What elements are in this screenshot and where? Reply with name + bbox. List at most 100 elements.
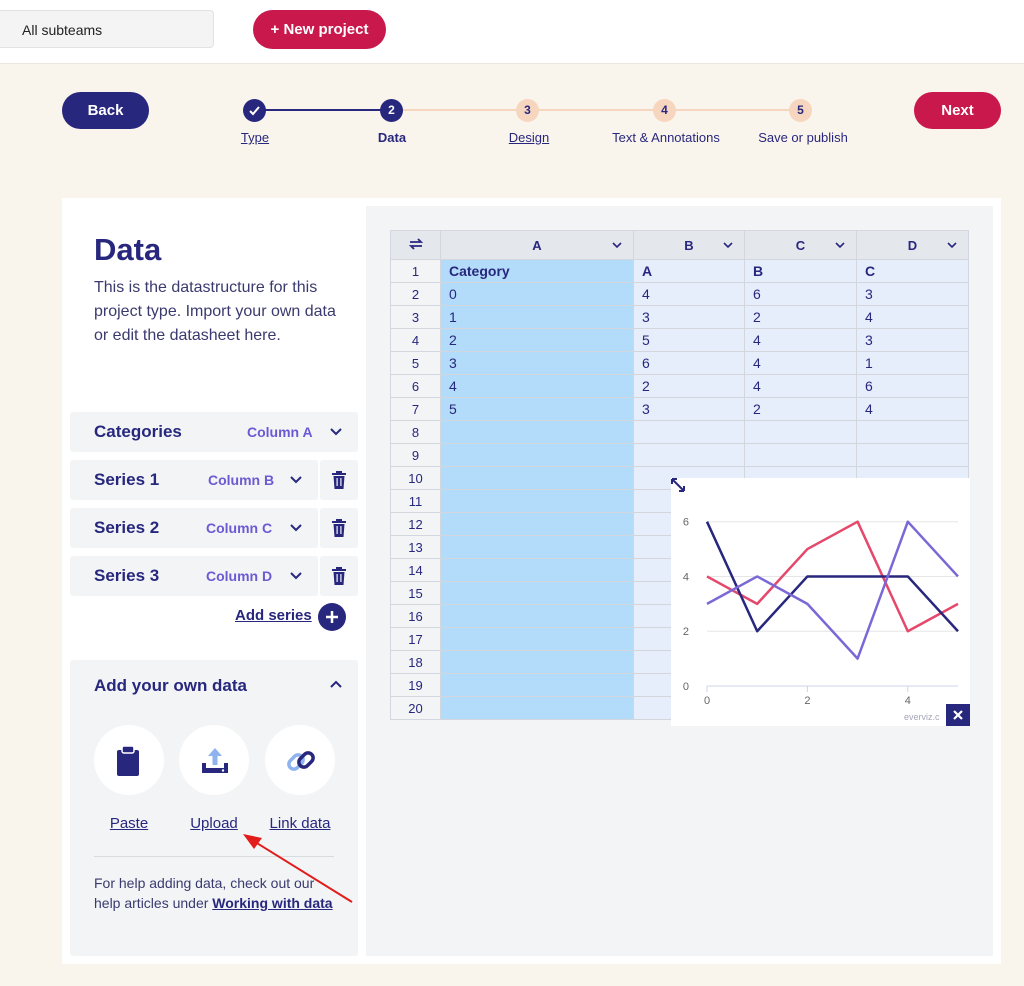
table-cell[interactable]: 5	[440, 397, 634, 421]
chevron-down-icon[interactable]	[288, 472, 304, 488]
table-cell[interactable]	[440, 512, 634, 536]
table-cell[interactable]: 0	[440, 282, 634, 306]
table-cell[interactable]: 3	[633, 305, 745, 329]
table-cell[interactable]: 4	[633, 282, 745, 306]
paste-button[interactable]	[94, 725, 164, 795]
add-series-button[interactable]	[318, 603, 346, 631]
table-row[interactable]: 20463	[390, 282, 969, 306]
table-cell[interactable]	[744, 420, 857, 444]
table-cell[interactable]: 4	[856, 397, 969, 421]
upload-link[interactable]: Upload	[169, 815, 259, 832]
delete-series-2-button[interactable]	[320, 508, 358, 548]
series-2-column-select[interactable]: Column C	[206, 508, 272, 548]
table-cell[interactable]: 5	[633, 328, 745, 352]
table-cell[interactable]: 4	[856, 305, 969, 329]
table-cell[interactable]: 1	[856, 351, 969, 375]
back-button[interactable]: Back	[62, 92, 149, 129]
column-header-c[interactable]: C	[744, 230, 857, 260]
table-cell[interactable]: 4	[744, 374, 857, 398]
table-cell[interactable]: 3	[856, 282, 969, 306]
column-header-d[interactable]: D	[856, 230, 969, 260]
table-cell[interactable]: Category	[440, 259, 634, 283]
table-row[interactable]: 1 Category A B C	[390, 259, 969, 283]
table-cell[interactable]	[440, 673, 634, 697]
column-header-a[interactable]: A	[440, 230, 634, 260]
table-row[interactable]: 42543	[390, 328, 969, 352]
chevron-up-icon[interactable]	[328, 676, 344, 692]
table-cell[interactable]	[440, 420, 634, 444]
series-3-row[interactable]: Series 3 Column D	[70, 556, 318, 596]
step-type-link[interactable]: Type	[180, 130, 330, 145]
add-own-data-title[interactable]: Add your own data	[94, 676, 247, 696]
chevron-down-icon[interactable]	[946, 239, 958, 251]
add-series-link[interactable]: Add series	[235, 607, 312, 624]
chevron-down-icon[interactable]	[288, 568, 304, 584]
table-cell[interactable]: 3	[856, 328, 969, 352]
table-cell[interactable]	[440, 489, 634, 513]
table-cell[interactable]	[440, 627, 634, 651]
step-design-link[interactable]: Design	[454, 130, 604, 145]
table-row[interactable]: 9	[390, 443, 969, 467]
step-save-publish-label[interactable]: Save or publish	[728, 130, 878, 145]
step-text-annotations-label[interactable]: Text & Annotations	[591, 130, 741, 145]
swap-icon[interactable]	[390, 230, 441, 260]
upload-button[interactable]	[179, 725, 249, 795]
table-cell[interactable]: 2	[440, 328, 634, 352]
table-cell[interactable]: 2	[744, 397, 857, 421]
table-cell[interactable]: 2	[744, 305, 857, 329]
link-data-button[interactable]	[265, 725, 335, 795]
chevron-down-icon[interactable]	[722, 239, 734, 251]
table-cell[interactable]	[440, 696, 634, 720]
series-1-column-select[interactable]: Column B	[208, 460, 274, 500]
working-with-data-link[interactable]: Working with data	[212, 895, 332, 911]
table-cell[interactable]	[856, 420, 969, 444]
column-header-b[interactable]: B	[633, 230, 745, 260]
table-cell[interactable]: 4	[440, 374, 634, 398]
chevron-down-icon[interactable]	[328, 424, 344, 440]
expand-icon[interactable]	[671, 478, 685, 492]
chevron-down-icon[interactable]	[834, 239, 846, 251]
table-cell[interactable]	[440, 466, 634, 490]
table-cell[interactable]	[744, 443, 857, 467]
chevron-down-icon[interactable]	[288, 520, 304, 536]
chevron-down-icon[interactable]	[611, 239, 623, 251]
chart-preview[interactable]: 0 2 4 6 0 2 4 everviz.c	[671, 478, 970, 726]
table-row[interactable]: 53641	[390, 351, 969, 375]
table-cell[interactable]	[856, 443, 969, 467]
table-cell[interactable]	[440, 558, 634, 582]
series-3-column-select[interactable]: Column D	[206, 556, 272, 596]
table-cell[interactable]: 3	[440, 351, 634, 375]
table-cell[interactable]: 4	[744, 328, 857, 352]
table-cell[interactable]	[440, 443, 634, 467]
subteams-select[interactable]: All subteams	[0, 10, 214, 48]
table-cell[interactable]: B	[744, 259, 857, 283]
close-chart-button[interactable]	[946, 704, 970, 726]
table-cell[interactable]	[440, 535, 634, 559]
table-cell[interactable]: C	[856, 259, 969, 283]
table-cell[interactable]	[633, 443, 745, 467]
new-project-button[interactable]: + New project	[253, 10, 386, 49]
delete-series-3-button[interactable]	[320, 556, 358, 596]
table-cell[interactable]: 4	[744, 351, 857, 375]
table-cell[interactable]: 6	[856, 374, 969, 398]
table-row[interactable]: 8	[390, 420, 969, 444]
table-cell[interactable]: 6	[633, 351, 745, 375]
link-data-link[interactable]: Link data	[255, 815, 345, 832]
table-cell[interactable]	[633, 420, 745, 444]
table-cell[interactable]	[440, 650, 634, 674]
table-cell[interactable]: 3	[633, 397, 745, 421]
table-cell[interactable]	[440, 581, 634, 605]
series-1-row[interactable]: Series 1 Column B	[70, 460, 318, 500]
table-row[interactable]: 75324	[390, 397, 969, 421]
table-row[interactable]: 31324	[390, 305, 969, 329]
table-cell[interactable]	[440, 604, 634, 628]
next-button[interactable]: Next	[914, 92, 1001, 129]
delete-series-1-button[interactable]	[320, 460, 358, 500]
categories-column-select[interactable]: Column A	[247, 412, 313, 452]
table-cell[interactable]: 2	[633, 374, 745, 398]
paste-link[interactable]: Paste	[84, 815, 174, 832]
categories-row[interactable]: Categories Column A	[70, 412, 358, 452]
table-cell[interactable]: 1	[440, 305, 634, 329]
table-row[interactable]: 64246	[390, 374, 969, 398]
table-cell[interactable]: 6	[744, 282, 857, 306]
